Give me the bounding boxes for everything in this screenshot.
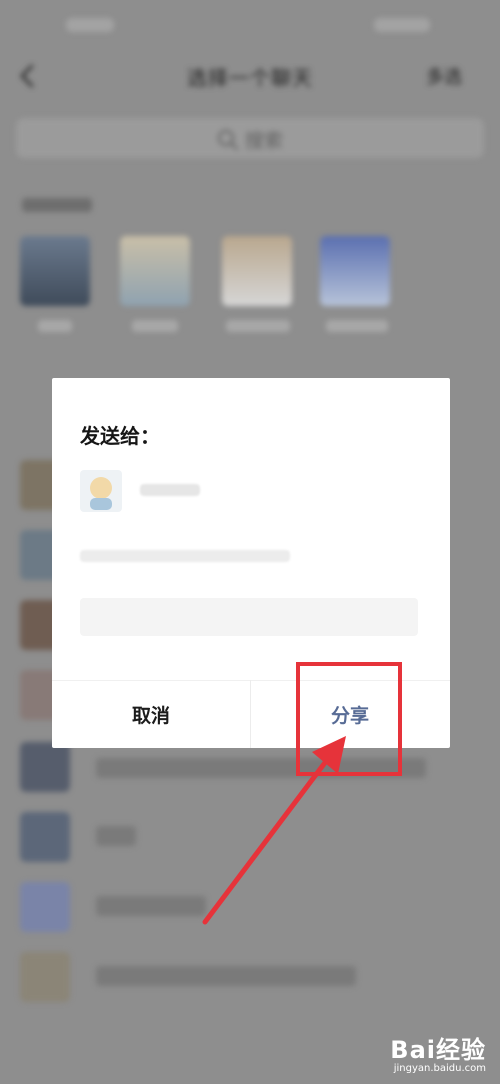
status-time: [66, 18, 114, 32]
comment-input[interactable]: [80, 598, 418, 636]
status-bar: [0, 18, 500, 42]
list-item-text: [96, 966, 356, 986]
search-input[interactable]: 搜索: [16, 118, 484, 158]
recipient-name: [140, 484, 200, 496]
avatar-name: [326, 320, 388, 332]
search-placeholder: 搜索: [244, 130, 283, 152]
watermark: Bai经验 jingyan.baidu.com: [390, 1030, 486, 1074]
list-item[interactable]: [20, 812, 70, 862]
section-label-recent: [22, 198, 92, 212]
message-preview: [80, 550, 290, 562]
list-item-text: [96, 896, 206, 916]
watermark-logo: Bai经验: [390, 1036, 486, 1064]
list-item[interactable]: [20, 952, 70, 1002]
avatar: [80, 470, 122, 512]
list-item[interactable]: [20, 742, 70, 792]
avatar[interactable]: [20, 236, 90, 306]
recent-chats: [20, 236, 480, 366]
list-item[interactable]: [20, 882, 70, 932]
status-indicators: [374, 18, 430, 32]
avatar-name: [226, 320, 290, 332]
avatar[interactable]: [320, 236, 390, 306]
avatar[interactable]: [120, 236, 190, 306]
avatar[interactable]: [222, 236, 292, 306]
avatar-name: [38, 320, 72, 332]
list-item-text: [96, 826, 136, 846]
nav-bar: 选择一个聊天 多选: [0, 52, 500, 102]
recipient-avatar-image: [80, 470, 122, 512]
multi-select-button[interactable]: 多选: [426, 63, 462, 89]
watermark-url: jingyan.baidu.com: [393, 1063, 486, 1074]
dialog-title: 发送给：: [80, 424, 160, 448]
search-icon: [217, 130, 238, 150]
cancel-button[interactable]: 取消: [52, 680, 250, 748]
highlight-box: [296, 662, 402, 776]
page-title: 选择一个聊天: [187, 66, 313, 90]
avatar-name: [132, 320, 178, 332]
